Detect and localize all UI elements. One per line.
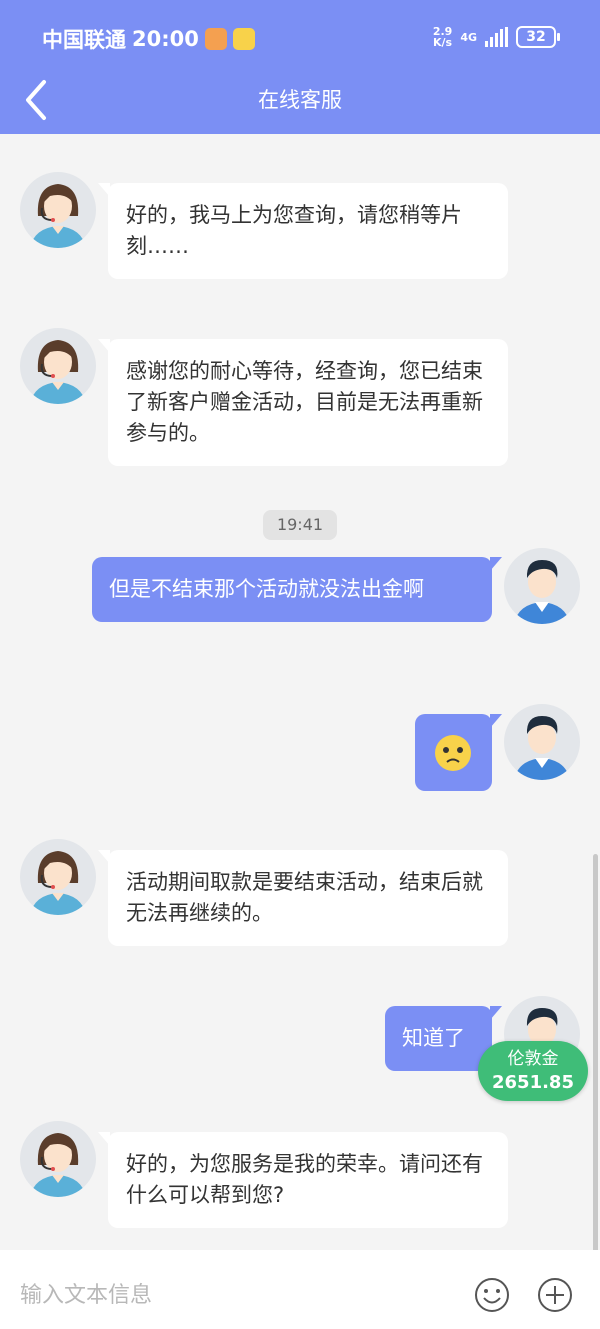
gold-price-badge[interactable]: 伦敦金 2651.85	[478, 1041, 588, 1101]
worried-face-icon	[435, 735, 471, 771]
message-bubble-user	[415, 714, 502, 791]
status-right: 2.9 K/s 4G 32	[433, 26, 560, 48]
message-text: 感谢您的耐心等待，经查询，您已结束了新客户赠金活动，目前是无法再重新参与的。	[126, 359, 483, 445]
agent-avatar	[20, 328, 96, 404]
message-text: 但是不结束那个活动就没法出金啊	[109, 577, 424, 601]
message-bubble-user: 知道了	[385, 1006, 502, 1071]
message-bubble-user: 但是不结束那个活动就没法出金啊	[92, 557, 502, 622]
message-text: 好的，我马上为您查询，请您稍等片刻……	[126, 203, 462, 258]
support-agent-icon	[30, 184, 86, 248]
plus-circle-icon[interactable]	[537, 1277, 573, 1313]
support-agent-icon	[30, 1133, 86, 1197]
badge-value: 2651.85	[492, 1072, 574, 1093]
weibo-app-icon	[232, 28, 255, 50]
user-avatar	[504, 548, 580, 624]
battery-level: 32	[526, 29, 546, 45]
message-bubble-agent: 感谢您的耐心等待，经查询，您已结束了新客户赠金活动，目前是无法再重新参与的。	[98, 339, 508, 466]
network-type: 4G	[460, 30, 477, 44]
message-bubble-agent: 好的，为您服务是我的荣幸。请问还有什么可以帮到您?	[98, 1132, 508, 1228]
message-bubble-agent: 好的，我马上为您查询，请您稍等片刻……	[98, 183, 508, 279]
heart-app-icon	[204, 28, 227, 50]
message-bubble-agent: 活动期间取款是要结束活动，结束后就无法再继续的。	[98, 850, 508, 946]
message-text: 好的，为您服务是我的荣幸。请问还有什么可以帮到您?	[126, 1152, 483, 1207]
network-speed: 2.9 K/s	[433, 26, 453, 48]
signal-icon	[485, 27, 508, 47]
header-bar: 中国联通 20:00 2.9 K/s 4G 32 在线客服	[0, 0, 600, 134]
agent-avatar	[20, 1121, 96, 1197]
message-input[interactable]: 输入文本信息	[20, 1277, 152, 1309]
user-avatar	[504, 704, 580, 780]
carrier-label: 中国联通	[42, 28, 126, 52]
scrollbar[interactable]	[593, 854, 598, 1254]
smiley-icon[interactable]	[474, 1277, 510, 1313]
chat-area[interactable]: 好的，我马上为您查询，请您稍等片刻…… 感谢您的耐心等待，经查询，您已结束了新客…	[0, 134, 600, 1254]
battery-icon: 32	[516, 26, 560, 48]
clock-label: 20:00	[132, 27, 199, 51]
timestamp-chip: 19:41	[263, 510, 337, 540]
input-bar: 输入文本信息	[0, 1250, 600, 1329]
status-bar: 中国联通 20:00 2.9 K/s 4G 32	[0, 0, 600, 74]
user-avatar-icon	[514, 716, 570, 780]
agent-avatar	[20, 839, 96, 915]
page-title: 在线客服	[258, 88, 342, 112]
badge-label: 伦敦金	[507, 1049, 559, 1069]
support-agent-icon	[30, 851, 86, 915]
agent-avatar	[20, 172, 96, 248]
support-agent-icon	[30, 340, 86, 404]
speed-unit: K/s	[433, 36, 453, 49]
status-left: 中国联通 20:00	[42, 24, 255, 54]
message-text: 活动期间取款是要结束活动，结束后就无法再继续的。	[126, 870, 483, 925]
user-avatar-icon	[514, 560, 570, 624]
message-text: 知道了	[402, 1026, 465, 1050]
